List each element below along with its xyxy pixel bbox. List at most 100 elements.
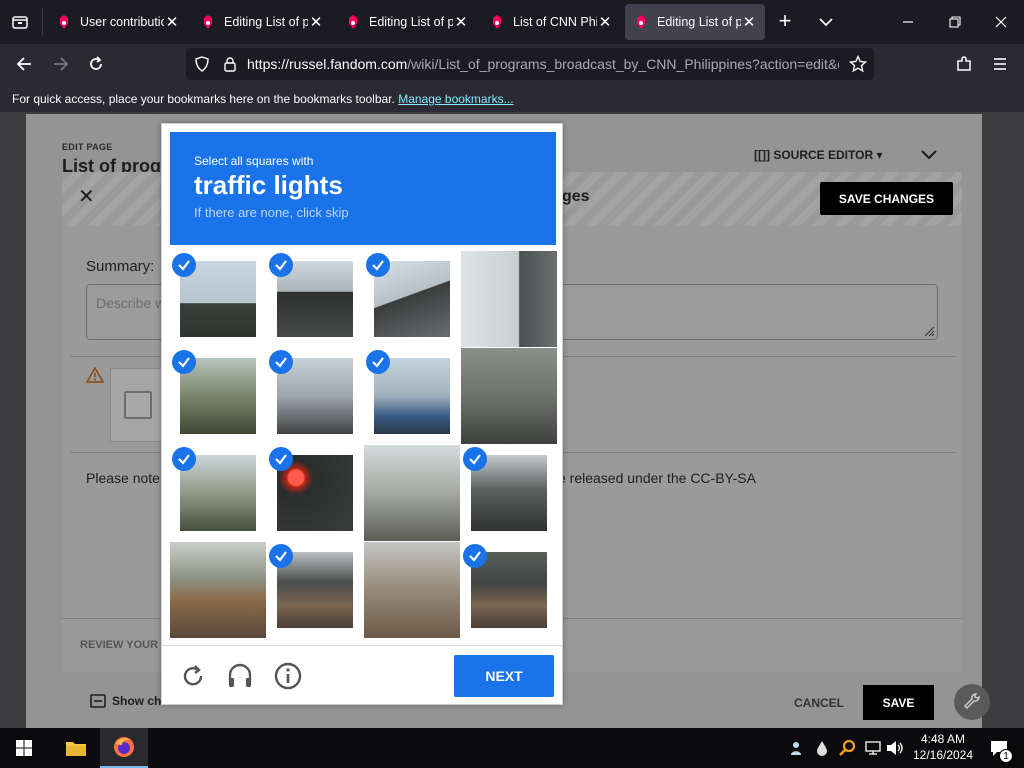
checkmark-icon — [172, 350, 196, 374]
captcha-tile[interactable] — [267, 542, 363, 638]
magnifier-tray-icon[interactable] — [838, 739, 856, 757]
checkmark-icon — [172, 447, 196, 471]
captcha-tile-image — [170, 542, 266, 638]
captcha-tile[interactable] — [461, 542, 557, 638]
captcha-tile[interactable] — [170, 348, 266, 444]
reload-button[interactable] — [84, 52, 108, 76]
source-editor-dropdown[interactable]: [[]] SOURCE EDITOR ▾ — [754, 148, 882, 162]
save-changes-button[interactable]: SAVE CHANGES — [820, 182, 953, 215]
chevron-down-icon[interactable] — [920, 148, 938, 162]
close-tab-icon[interactable]: ✕ — [597, 14, 613, 31]
close-tab-icon[interactable]: ✕ — [741, 14, 757, 31]
notifications-button[interactable]: 1 — [978, 728, 1020, 768]
new-tab-button[interactable]: + — [774, 10, 796, 33]
captcha-tile[interactable] — [170, 251, 266, 347]
captcha-tile[interactable] — [267, 348, 363, 444]
fandom-icon — [493, 15, 501, 29]
tab-editing-list-active[interactable]: Editing List of pr ✕ — [625, 4, 765, 40]
system-clock[interactable]: 4:48 AM 12/16/2024 — [912, 731, 974, 763]
checkmark-icon — [269, 447, 293, 471]
save-button[interactable]: SAVE — [863, 685, 934, 720]
captcha-tile[interactable] — [267, 445, 363, 541]
firefox-icon — [114, 737, 134, 757]
fandom-icon — [60, 15, 68, 29]
review-label: REVIEW YOUR — [80, 639, 159, 651]
people-icon[interactable] — [790, 740, 806, 756]
captcha-tile[interactable] — [461, 445, 557, 541]
dialog-title: ges — [562, 188, 590, 205]
tab-user-contributions[interactable]: User contributio ✕ — [48, 4, 188, 40]
close-dialog-icon[interactable]: ✕ — [78, 187, 96, 207]
next-button[interactable]: NEXT — [454, 655, 554, 697]
cancel-button[interactable]: CANCEL — [794, 696, 844, 710]
captcha-tile[interactable] — [170, 542, 266, 638]
minimize-button[interactable] — [896, 10, 920, 34]
captcha-tile[interactable] — [364, 542, 460, 638]
captcha-tile-image — [461, 348, 557, 444]
chevron-down-icon — [819, 18, 833, 27]
captcha-tile[interactable] — [267, 251, 363, 347]
show-changes-button[interactable]: Show ch — [90, 694, 161, 708]
navigation-toolbar: https://russel.fandom.com/wiki/List_of_p… — [0, 44, 1024, 84]
network-icon[interactable] — [864, 740, 882, 756]
captcha-tile-image — [364, 445, 460, 541]
lock-icon[interactable] — [222, 56, 238, 72]
url-bar[interactable]: https://russel.fandom.com/wiki/List_of_p… — [186, 48, 874, 80]
close-window-button[interactable] — [989, 10, 1013, 34]
close-tab-icon[interactable]: ✕ — [308, 14, 324, 31]
captcha-tile[interactable] — [170, 445, 266, 541]
forward-button[interactable] — [49, 52, 73, 76]
reload-icon[interactable] — [178, 661, 208, 691]
checkmark-icon — [366, 253, 390, 277]
tab-title: User contributio — [80, 15, 164, 29]
manage-bookmarks-link[interactable]: Manage bookmarks... — [398, 92, 513, 106]
tab-title: Editing List of pr — [657, 15, 741, 29]
tab-title: List of CNN Phil — [513, 15, 597, 29]
app-menu-button[interactable] — [988, 52, 1012, 76]
captcha-tile-image — [461, 251, 557, 347]
tab-title: Editing List of pr — [224, 15, 308, 29]
captcha-target: traffic lights — [194, 170, 343, 200]
tab-overflow-button[interactable] — [816, 12, 836, 32]
url-text[interactable]: https://russel.fandom.com/wiki/List_of_p… — [247, 56, 839, 72]
checkmark-icon — [269, 350, 293, 374]
captcha-footer: NEXT — [162, 645, 562, 705]
file-explorer-taskbar-button[interactable] — [54, 728, 98, 768]
checkmark-icon — [463, 544, 487, 568]
checkmark-icon — [269, 253, 293, 277]
puzzle-icon — [957, 56, 971, 71]
resize-handle-icon[interactable] — [923, 325, 935, 337]
captcha-tile[interactable] — [461, 251, 557, 347]
start-button[interactable] — [4, 728, 44, 768]
back-button[interactable] — [12, 52, 36, 76]
tab-list-of-cnn[interactable]: List of CNN Phil ✕ — [481, 4, 621, 40]
droplet-icon[interactable] — [816, 740, 828, 756]
restore-button[interactable] — [943, 10, 967, 34]
list-all-tabs-button[interactable] — [8, 10, 32, 34]
firefox-taskbar-button[interactable] — [100, 728, 148, 768]
star-icon[interactable] — [849, 55, 867, 73]
warning-icon — [86, 366, 104, 383]
captcha-tile[interactable] — [364, 251, 460, 347]
headphones-icon[interactable] — [225, 661, 255, 691]
close-icon — [995, 16, 1007, 28]
tab-editing-list-1[interactable]: Editing List of pr ✕ — [192, 4, 332, 40]
captcha-challenge: Select all squares with traffic lights I… — [161, 123, 563, 705]
close-tab-icon[interactable]: ✕ — [453, 14, 469, 31]
close-tab-icon[interactable]: ✕ — [164, 14, 180, 31]
tools-button[interactable] — [954, 684, 990, 720]
captcha-tile[interactable] — [461, 348, 557, 444]
checkmark-icon — [172, 253, 196, 277]
captcha-tile[interactable] — [364, 445, 460, 541]
extensions-button[interactable] — [952, 52, 976, 76]
summary-placeholder: Describe w — [96, 295, 166, 311]
tab-separator — [42, 8, 43, 36]
volume-icon[interactable] — [886, 740, 904, 756]
captcha-tile[interactable] — [364, 348, 460, 444]
captcha-checkbox[interactable] — [124, 391, 152, 419]
info-icon[interactable] — [273, 661, 303, 691]
reload-icon — [90, 56, 102, 70]
shield-icon[interactable] — [194, 56, 210, 72]
bookmarks-toolbar: For quick access, place your bookmarks h… — [0, 84, 1024, 112]
tab-editing-list-2[interactable]: Editing List of pr ✕ — [337, 4, 477, 40]
